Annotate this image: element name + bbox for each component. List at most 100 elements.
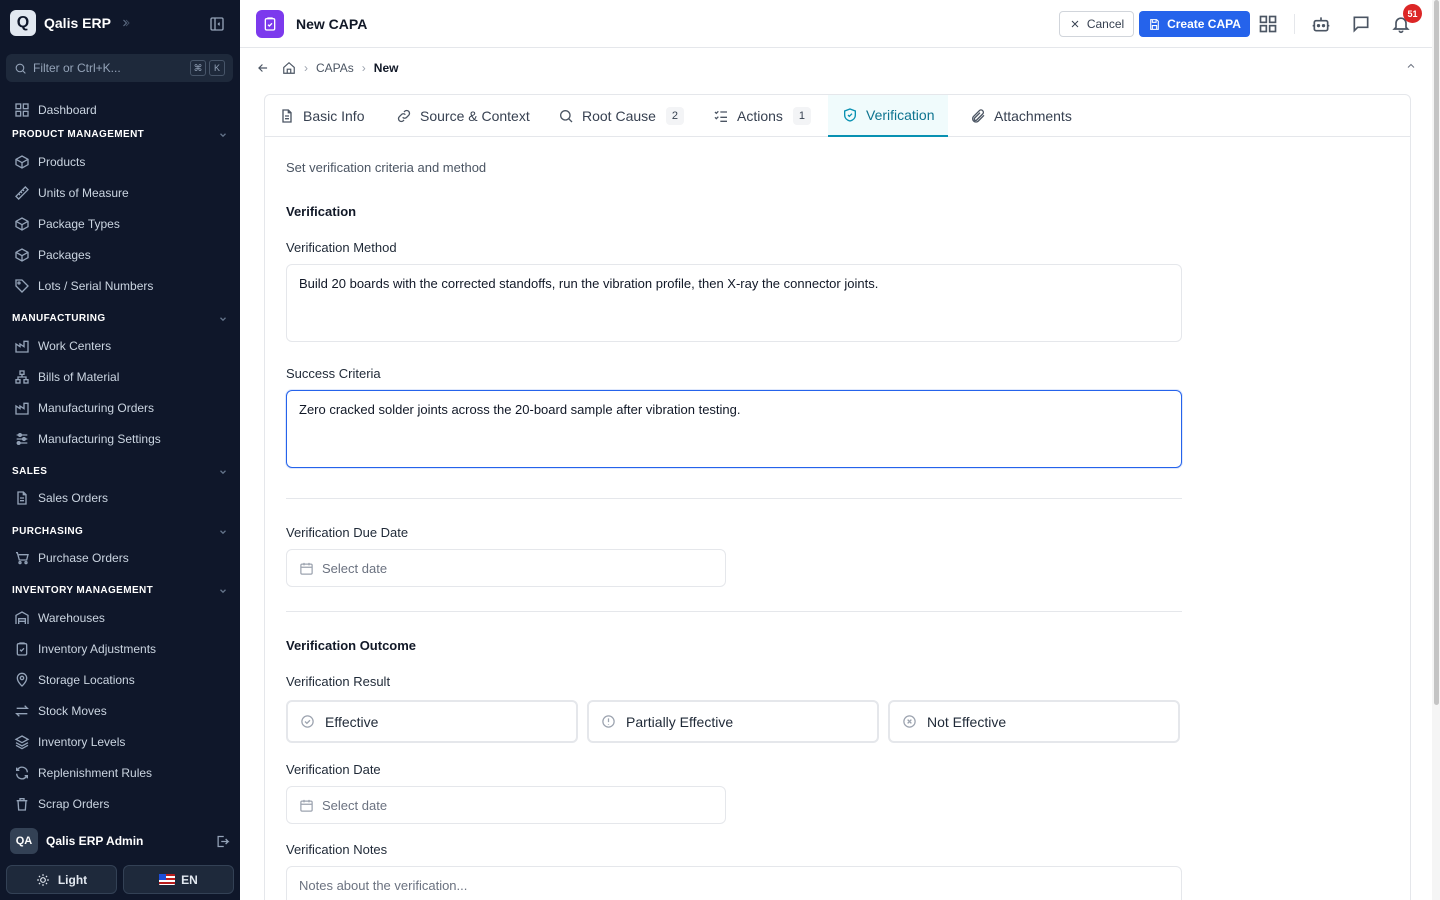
sun-icon <box>36 873 49 886</box>
sidebar-item-label: Dashboard <box>38 103 97 117</box>
sidebar-item-products[interactable]: Products <box>14 152 85 172</box>
verification-notes-textarea[interactable]: Notes about the verification... <box>286 866 1182 900</box>
section-manufacturing[interactable]: MANUFACTURING <box>12 313 228 324</box>
sidebar-item-label: Storage Locations <box>38 673 135 687</box>
user-menu[interactable]: QA Qalis ERP Admin <box>10 828 230 854</box>
sidebar-item-storage-locations[interactable]: Storage Locations <box>14 670 135 690</box>
bot-icon[interactable] <box>1311 14 1331 34</box>
sidebar-item-purchase-orders[interactable]: Purchase Orders <box>14 548 129 568</box>
tab-source-context[interactable]: Source & Context <box>396 95 530 137</box>
breadcrumb-capas[interactable]: CAPAs <box>316 61 354 75</box>
chevron-right-icon: › <box>304 61 308 75</box>
sidebar-item-inventory-adjustments[interactable]: Inventory Adjustments <box>14 639 156 659</box>
map-pin-icon <box>16 672 28 687</box>
alert-circle-icon <box>602 715 615 728</box>
sidebar-item-stock-moves[interactable]: Stock Moves <box>14 701 107 721</box>
tab-verification[interactable]: Verification <box>828 95 949 137</box>
notification-badge: 51 <box>1403 4 1422 23</box>
box-icon <box>15 155 29 169</box>
sidebar-item-scrap-orders[interactable]: Scrap Orders <box>14 794 109 814</box>
tab-label: Source & Context <box>420 108 530 124</box>
shield-check-icon <box>844 108 856 122</box>
breadcrumb: › CAPAs › New <box>256 58 398 78</box>
sidebar-item-label: Purchase Orders <box>38 551 129 565</box>
sidebar-item-inventory-levels[interactable]: Inventory Levels <box>14 732 125 752</box>
result-option-effective[interactable]: Effective <box>286 700 578 743</box>
result-option-not-effective[interactable]: Not Effective <box>888 700 1180 743</box>
checklist-icon <box>714 110 727 122</box>
verification-due-date-label: Verification Due Date <box>286 525 409 540</box>
tab-root-cause[interactable]: Root Cause 2 <box>558 95 684 137</box>
sidebar-item-label: Lots / Serial Numbers <box>38 279 154 293</box>
page-scrollbar[interactable] <box>1432 0 1440 900</box>
factory-icon <box>15 340 29 353</box>
tab-attachments[interactable]: Attachments <box>970 95 1072 137</box>
sidebar: Q Qalis ERP Filter or Ctrl+K... ⌘ K Dash… <box>0 0 240 900</box>
file-text-icon <box>17 491 27 505</box>
tab-label: Verification <box>866 107 935 123</box>
section-product-management[interactable]: PRODUCT MANAGEMENT <box>12 129 228 140</box>
package-icon <box>15 217 29 231</box>
home-icon[interactable] <box>282 61 296 75</box>
language-button[interactable]: EN <box>123 865 234 894</box>
sidebar-item-label: Warehouses <box>38 611 105 625</box>
divider <box>286 611 1182 612</box>
tab-bar: Basic Info Source & Context Root Cause 2… <box>265 95 1410 137</box>
date-placeholder: Select date <box>322 560 388 576</box>
sidebar-item-bills-of-material[interactable]: Bills of Material <box>14 367 119 387</box>
sidebar-item-warehouses[interactable]: Warehouses <box>14 608 105 628</box>
arrow-left-icon[interactable] <box>256 61 270 75</box>
create-label: Create CAPA <box>1167 17 1241 31</box>
kbd-cmd: ⌘ <box>190 60 206 76</box>
sidebar-item-lots-serial-numbers[interactable]: Lots / Serial Numbers <box>14 276 153 296</box>
sidebar-item-work-centers[interactable]: Work Centers <box>14 336 111 356</box>
sidebar-item-replenishment-rules[interactable]: Replenishment Rules <box>14 763 152 783</box>
sidebar-item-manufacturing-settings[interactable]: Manufacturing Settings <box>14 429 161 449</box>
logout-icon[interactable] <box>215 834 230 849</box>
sidebar-item-packages[interactable]: Packages <box>14 245 91 265</box>
section-title: INVENTORY MANAGEMENT <box>12 585 154 596</box>
theme-toggle-button[interactable]: Light <box>6 865 117 894</box>
apps-grid-icon[interactable] <box>1258 14 1278 34</box>
section-inventory-management[interactable]: INVENTORY MANAGEMENT <box>12 585 228 596</box>
sidebar-item-dashboard[interactable]: Dashboard <box>14 100 97 120</box>
chevron-down-icon <box>220 132 226 137</box>
sidebar-item-label: Units of Measure <box>38 186 129 200</box>
chevron-down-icon <box>220 316 226 321</box>
sidebar-item-manufacturing-orders[interactable]: Manufacturing Orders <box>14 398 154 418</box>
capa-form-card: Basic Info Source & Context Root Cause 2… <box>264 94 1411 900</box>
message-icon[interactable] <box>1351 14 1371 34</box>
result-option-partially-effective[interactable]: Partially Effective <box>587 700 879 743</box>
chevron-right-icon: › <box>361 61 366 75</box>
chevron-up-icon[interactable] <box>1405 60 1417 72</box>
sidebar-item-label: Replenishment Rules <box>38 766 153 780</box>
language-label: EN <box>181 872 198 887</box>
create-capa-button[interactable]: Create CAPA <box>1139 11 1250 37</box>
refresh-icon <box>16 766 28 780</box>
section-purchasing[interactable]: PURCHASING <box>12 526 228 537</box>
cancel-button[interactable]: Cancel <box>1059 11 1134 37</box>
tab-label: Basic Info <box>303 108 365 124</box>
warehouse-icon <box>15 611 29 624</box>
divider <box>1294 14 1295 34</box>
scrollbar-thumb[interactable] <box>1434 0 1439 705</box>
tab-basic-info[interactable]: Basic Info <box>279 95 364 137</box>
sidebar-item-sales-orders[interactable]: Sales Orders <box>14 488 108 508</box>
success-criteria-textarea[interactable]: Zero cracked solder joints across the 20… <box>286 390 1182 468</box>
verification-date-picker[interactable]: Select date <box>286 786 726 824</box>
verification-due-date-picker[interactable]: Select date <box>286 549 726 587</box>
sidebar-item-label: Manufacturing Settings <box>38 432 161 446</box>
tag-icon <box>15 279 29 293</box>
result-option-label: Partially Effective <box>626 713 734 730</box>
save-icon <box>1150 18 1159 30</box>
sidebar-item-label: Inventory Levels <box>38 735 126 749</box>
sidebar-item-units-of-measure[interactable]: Units of Measure <box>14 183 129 203</box>
sidebar-collapse-icon[interactable] <box>209 16 225 32</box>
section-sales[interactable]: SALES <box>12 466 228 477</box>
sidebar-item-package-types[interactable]: Package Types <box>14 214 120 234</box>
tab-label: Actions <box>737 108 783 124</box>
sidebar-filter-input[interactable]: Filter or Ctrl+K... ⌘ K <box>6 54 233 82</box>
tab-actions[interactable]: Actions 1 <box>713 95 811 137</box>
brand[interactable]: Q Qalis ERP <box>10 10 131 36</box>
verification-method-textarea[interactable]: Build 20 boards with the corrected stand… <box>286 264 1182 342</box>
